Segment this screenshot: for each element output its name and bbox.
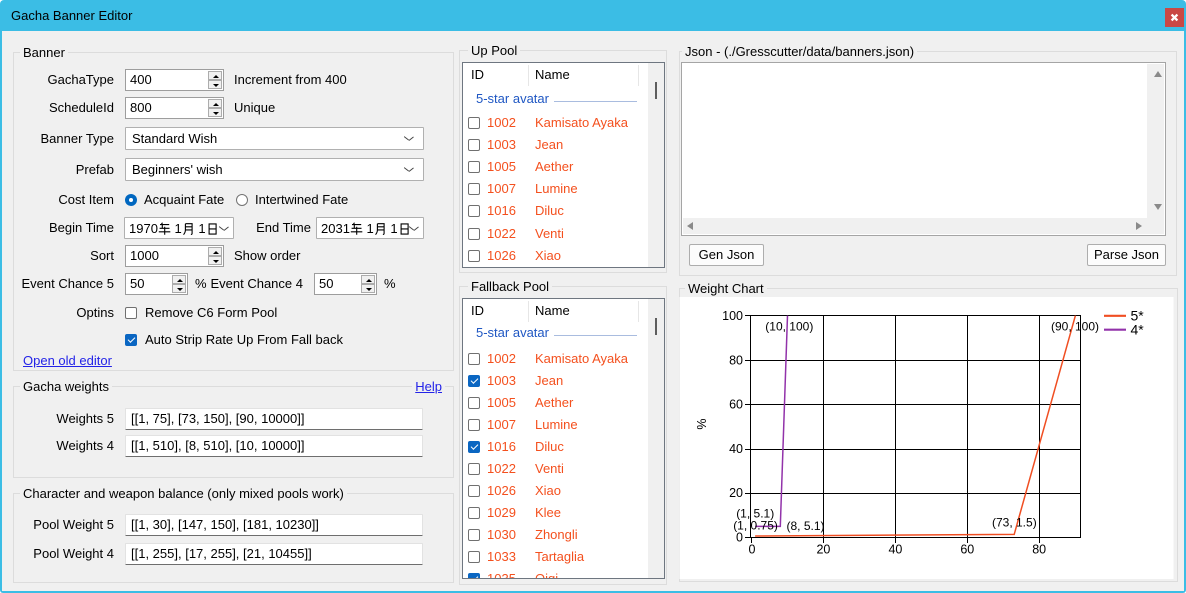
svg-text:80: 80 (729, 353, 743, 367)
svg-text:20: 20 (816, 543, 830, 557)
svg-text:(10, 100): (10, 100) (765, 320, 813, 334)
svg-text:40: 40 (888, 543, 902, 557)
svg-text:(8, 5.1): (8, 5.1) (787, 519, 825, 533)
svg-text:60: 60 (960, 543, 974, 557)
svg-text:20: 20 (729, 486, 743, 500)
svg-text:4*: 4* (1131, 322, 1145, 338)
svg-text:100: 100 (722, 309, 743, 323)
svg-text:0: 0 (749, 543, 756, 557)
svg-text:(73, 1.5): (73, 1.5) (992, 516, 1037, 530)
svg-text:60: 60 (729, 398, 743, 412)
svg-text:40: 40 (729, 442, 743, 456)
svg-text:(1, 0.75): (1, 0.75) (733, 518, 778, 532)
svg-text:80: 80 (1032, 543, 1046, 557)
svg-text:(90, 100): (90, 100) (1051, 320, 1099, 334)
svg-text:%: % (695, 418, 709, 429)
svg-text:0: 0 (736, 531, 743, 545)
